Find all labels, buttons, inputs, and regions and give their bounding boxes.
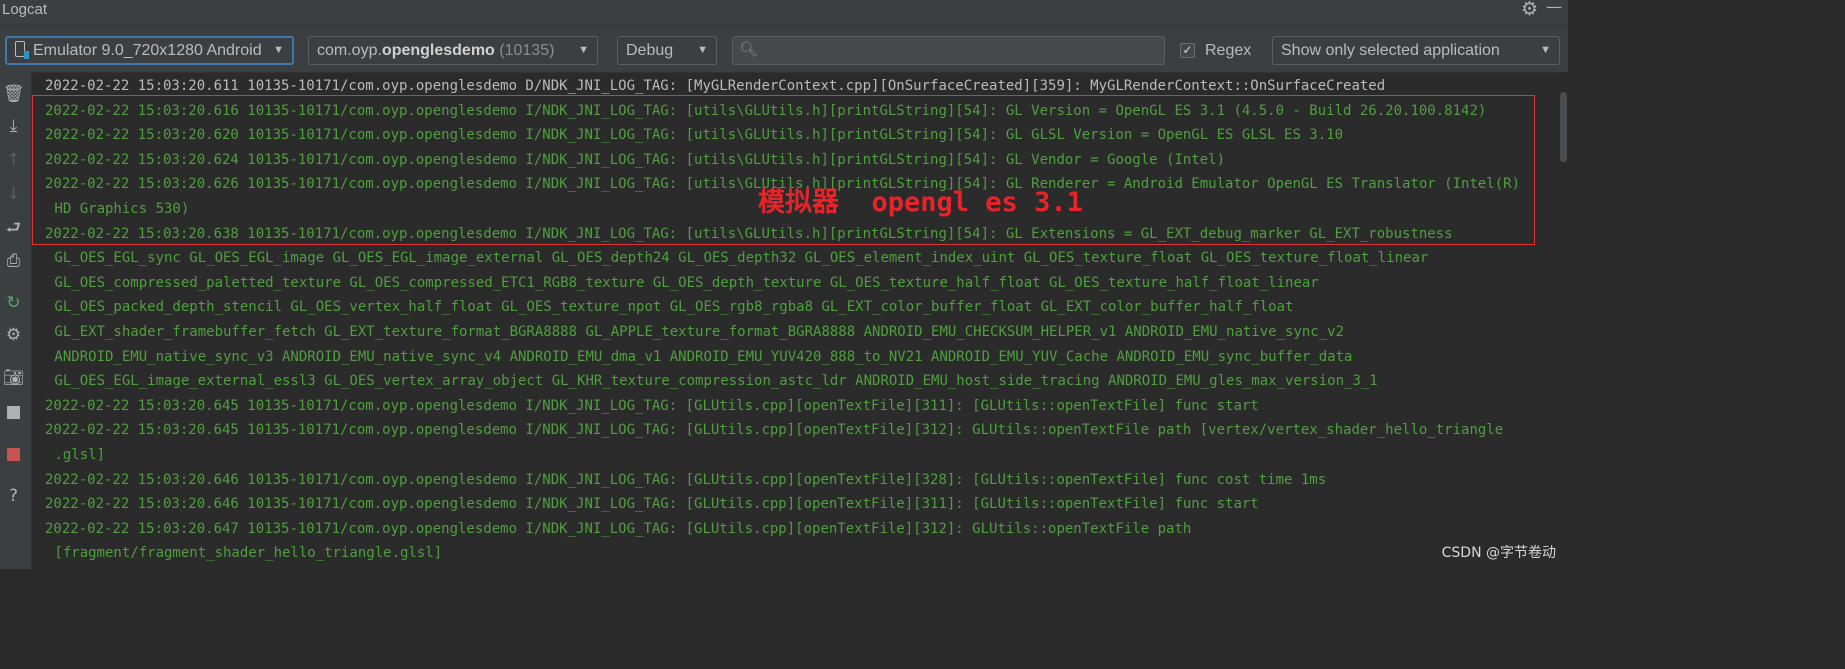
- annotation-text: 模拟器 opengl es 3.1: [758, 187, 1083, 218]
- minimize-icon[interactable]: —: [1546, 0, 1562, 15]
- chevron-down-icon: ▼: [1540, 44, 1551, 56]
- stop-icon[interactable]: ■: [0, 444, 27, 464]
- log-line: 2022-02-22 15:03:20.645 10135-10171/com.…: [45, 422, 1504, 439]
- process-selector[interactable]: com.oyp.openglesdemo (10135) ▼: [308, 36, 598, 65]
- settings-icon[interactable]: ⚙: [0, 325, 27, 345]
- log-line: ANDROID_EMU_native_sync_v3 ANDROID_EMU_n…: [46, 348, 1353, 365]
- chevron-down-icon: ▼: [273, 44, 284, 56]
- soft-wrap-icon[interactable]: ⮐: [0, 218, 27, 238]
- print-icon[interactable]: ⎙: [0, 251, 27, 271]
- gear-icon[interactable]: ⚙: [1521, 0, 1538, 19]
- title-bar: Logcat ⚙ —: [0, 0, 1568, 26]
- log-line: [fragment/fragment_shader_hello_triangle…: [46, 545, 443, 562]
- screen-record-icon[interactable]: ■: [0, 402, 27, 422]
- watermark: CSDN @字节卷动: [1441, 545, 1556, 561]
- log-line: 2022-02-22 15:03:20.646 10135-10171/com.…: [45, 471, 1327, 488]
- device-selector[interactable]: Emulator 9.0_720x1280 Android ▼: [5, 36, 294, 65]
- log-line: GL_OES_packed_depth_stencil GL_OES_verte…: [46, 299, 1294, 316]
- up-arrow-icon[interactable]: ↑: [0, 150, 27, 170]
- log-line: 2022-02-22 15:03:20.646 10135-10171/com.…: [45, 496, 1259, 513]
- scrollbar-thumb[interactable]: [1560, 92, 1567, 162]
- search-input[interactable]: 🔍︎: [732, 36, 1165, 65]
- down-arrow-icon[interactable]: ↓: [0, 184, 27, 204]
- trash-icon[interactable]: 🗑︎: [0, 84, 27, 104]
- window-title: Logcat: [2, 1, 48, 18]
- log-line: 2022-02-22 15:03:20.620 10135-10171/com.…: [45, 127, 1344, 144]
- process-name: openglesdemo: [381, 42, 495, 59]
- device-label: Emulator 9.0_720x1280 Android: [33, 42, 262, 59]
- chevron-down-icon: ▼: [578, 44, 589, 56]
- log-line: HD Graphics 530): [46, 201, 190, 217]
- log-line: 2022-02-22 15:03:20.645 10135-10171/com.…: [45, 397, 1259, 414]
- log-line: GL_OES_compressed_paletted_texture GL_OE…: [46, 274, 1319, 291]
- log-level-label: Debug: [626, 42, 674, 59]
- regex-checkbox[interactable]: ✓: [1180, 43, 1195, 58]
- chevron-down-icon: ▼: [697, 44, 708, 56]
- log-line: .glsl]: [46, 447, 106, 463]
- log-line: GL_OES_EGL_sync GL_OES_EGL_image GL_OES_…: [46, 250, 1429, 267]
- log-level-selector[interactable]: Debug ▼: [617, 36, 717, 65]
- log-line: GL_OES_EGL_image_external_essl3 GL_OES_v…: [46, 373, 1378, 390]
- phone-icon: [15, 41, 29, 59]
- process-pid: (10135): [499, 42, 555, 59]
- search-icon: 🔍︎: [739, 41, 759, 58]
- restart-icon[interactable]: ↻: [0, 293, 27, 313]
- logcat-sidebar: 🗑︎ ⤓ ↑ ↓ ⮐ ⎙ ↻ ⚙ 📷︎ ■ ■ ?: [0, 72, 32, 569]
- log-line: 2022-02-22 15:03:20.611 10135-10171/com.…: [45, 78, 1386, 94]
- screenshot-icon[interactable]: 📷︎: [0, 368, 27, 388]
- regex-label: Regex: [1205, 42, 1252, 59]
- scrollbar[interactable]: [1560, 72, 1568, 569]
- filter-label: Show only selected application: [1281, 42, 1500, 59]
- log-line: 2022-02-22 15:03:20.616 10135-10171/com.…: [45, 102, 1487, 119]
- scroll-to-end-icon[interactable]: ⤓: [0, 116, 27, 136]
- filter-selector[interactable]: Show only selected application ▼: [1272, 36, 1560, 65]
- help-icon[interactable]: ?: [0, 486, 27, 506]
- logcat-toolbar: Emulator 9.0_720x1280 Android ▼ com.oyp.…: [0, 26, 1568, 73]
- log-line: 2022-02-22 15:03:20.638 10135-10171/com.…: [45, 225, 1453, 242]
- log-output[interactable]: 2022-02-22 15:03:20.611 10135-10171/com.…: [32, 72, 1568, 569]
- log-line: 2022-02-22 15:03:20.624 10135-10171/com.…: [45, 151, 1226, 168]
- log-line: GL_EXT_shader_framebuffer_fetch GL_EXT_t…: [46, 324, 1345, 340]
- process-prefix: com.oyp.: [317, 42, 382, 59]
- log-line: 2022-02-22 15:03:20.647 10135-10171/com.…: [45, 520, 1192, 537]
